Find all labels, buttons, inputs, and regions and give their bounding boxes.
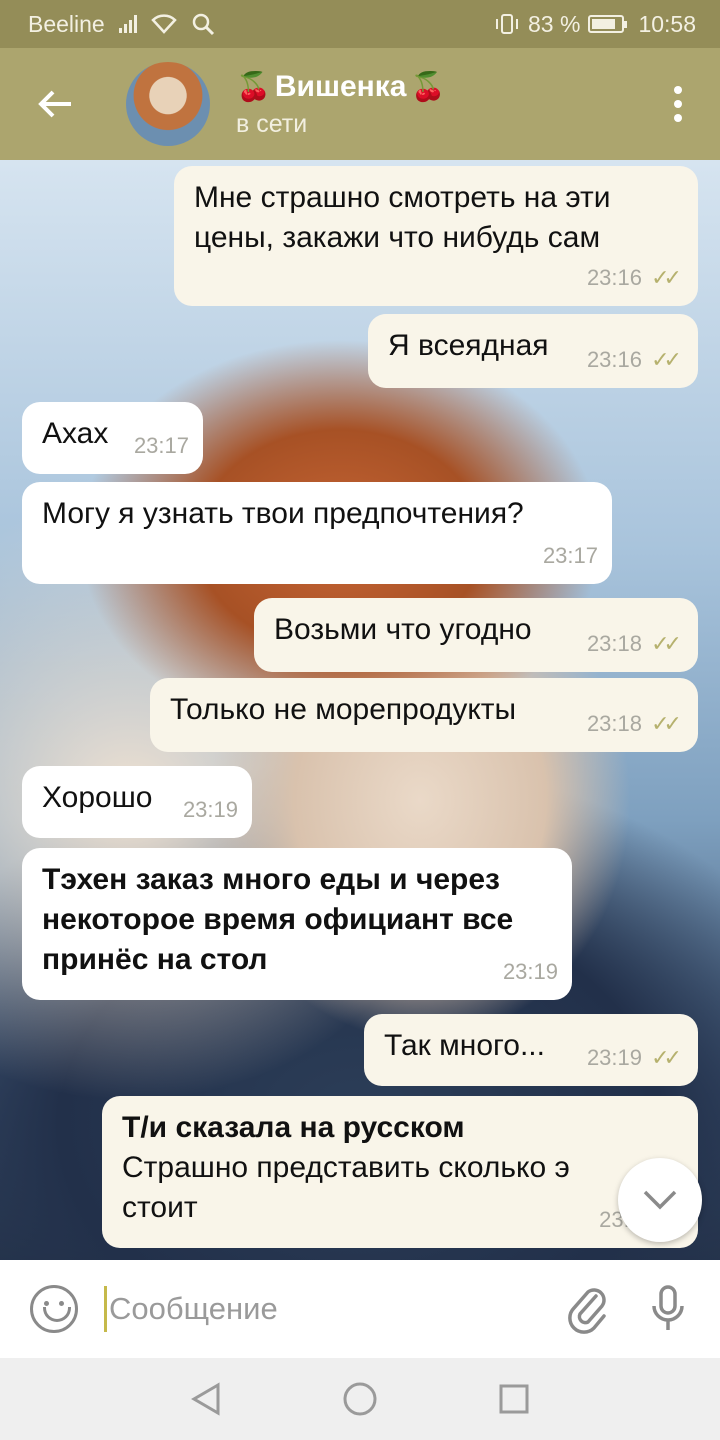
- message-time: 23:18: [586, 711, 642, 736]
- double-check-icon: ✓✓: [651, 631, 682, 656]
- message-bubble[interactable]: Могу я узнать твои предпочтения? 23:17: [22, 482, 612, 584]
- battery-percent: 83 %: [528, 10, 581, 37]
- double-check-icon: ✓✓: [651, 265, 682, 290]
- message-bubble[interactable]: Ахах 23:17: [22, 402, 203, 474]
- message-bubble[interactable]: Так много... 23:19 ✓✓: [364, 1014, 698, 1086]
- chat-area[interactable]: Мне страшно смотреть на эти цены, закажи…: [0, 160, 720, 1260]
- message-time: 23:19: [502, 959, 558, 984]
- message-bubble[interactable]: Возьми что угодно 23:18 ✓✓: [254, 598, 698, 672]
- cherry-icon: 🍒: [236, 71, 271, 102]
- contact-info[interactable]: 🍒 Вишенка 🍒 в сети: [236, 70, 445, 139]
- recents-square-icon[interactable]: [498, 1383, 530, 1415]
- message-text: Тэхен заказ много еды и через некоторое …: [42, 863, 514, 976]
- message-bubble[interactable]: Мне страшно смотреть на эти цены, закажи…: [174, 166, 698, 306]
- message-bubble[interactable]: Т/и сказала на русском Страшно представи…: [102, 1096, 698, 1248]
- attach-icon[interactable]: [566, 1284, 610, 1334]
- message-text: Мне страшно смотреть на эти цены, закажи…: [194, 181, 611, 254]
- contact-name: 🍒 Вишенка 🍒: [236, 70, 445, 104]
- arrow-left-icon: [38, 90, 71, 118]
- double-check-icon: ✓✓: [651, 1045, 682, 1070]
- double-check-icon: ✓✓: [651, 347, 682, 372]
- message-bubble[interactable]: Тэхен заказ много еды и через некоторое …: [22, 848, 572, 1000]
- clock: 10:58: [638, 10, 696, 37]
- message-time: 23:19: [586, 1045, 642, 1070]
- more-menu-icon[interactable]: [674, 86, 682, 122]
- carrier-label: Beeline: [28, 10, 105, 37]
- emoji-icon[interactable]: [30, 1285, 78, 1333]
- message-time: 23:16: [586, 347, 642, 372]
- message-text: Страшно представить сколько э стоит: [122, 1151, 570, 1224]
- message-text-bold: Т/и сказала на русском: [122, 1111, 465, 1144]
- contact-name-text: Вишенка: [274, 69, 407, 103]
- status-bar: Beeline 83 % 10:58: [0, 0, 720, 48]
- chevron-down-icon: [643, 1190, 677, 1210]
- scroll-down-button[interactable]: [618, 1158, 702, 1242]
- message-time: 23:18: [586, 631, 642, 656]
- message-composer: [0, 1260, 720, 1358]
- message-time: 23:19: [182, 797, 238, 822]
- message-text: Могу я узнать твои предпочтения?: [42, 497, 524, 530]
- message-bubble[interactable]: Только не морепродукты 23:18 ✓✓: [150, 678, 698, 752]
- contact-status: в сети: [236, 109, 308, 138]
- double-check-icon: ✓✓: [651, 711, 682, 736]
- avatar[interactable]: [126, 62, 210, 146]
- message-time: 23:17: [542, 543, 598, 568]
- message-bubble[interactable]: Я всеядная 23:16 ✓✓: [368, 314, 698, 388]
- chat-header: 🍒 Вишенка 🍒 в сети: [0, 48, 720, 160]
- vibrate-icon: [496, 14, 518, 34]
- home-circle-icon[interactable]: [342, 1381, 378, 1417]
- search-icon: [192, 13, 214, 36]
- battery-icon: [588, 15, 628, 33]
- message-time: 23:17: [133, 433, 189, 458]
- message-bubble[interactable]: Хорошо 23:19: [22, 766, 252, 838]
- cherry-icon: 🍒: [410, 71, 446, 102]
- signal-icon: [118, 15, 137, 33]
- back-triangle-icon[interactable]: [190, 1382, 222, 1416]
- back-button[interactable]: [0, 48, 110, 160]
- message-time: 23:16: [586, 265, 642, 290]
- text-cursor: [104, 1286, 107, 1332]
- microphone-icon[interactable]: [650, 1284, 686, 1334]
- system-navigation-bar: [0, 1358, 720, 1440]
- wifi-icon: [150, 14, 177, 34]
- message-input[interactable]: [109, 1284, 529, 1334]
